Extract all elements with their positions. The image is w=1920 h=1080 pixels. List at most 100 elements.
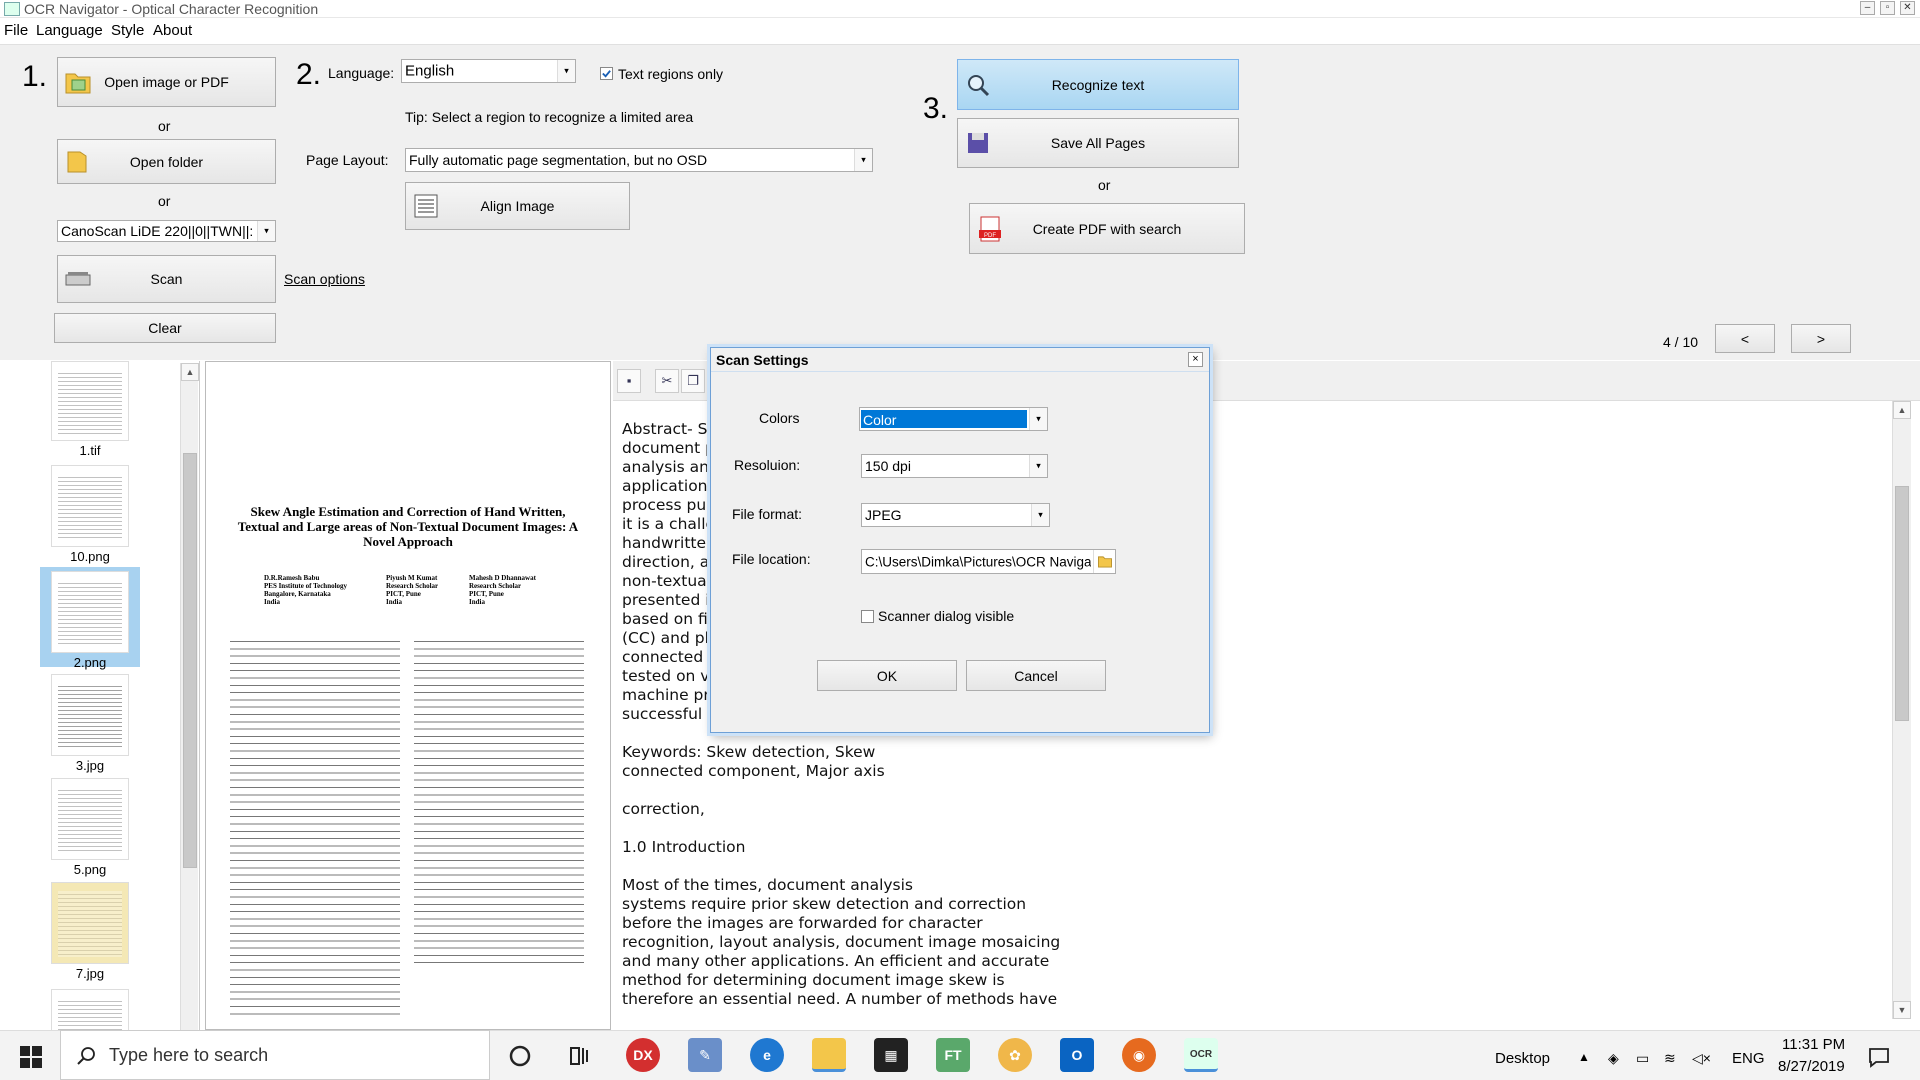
scroll-up-icon[interactable]: ▲ [1893,401,1911,419]
or-label: or [158,193,171,209]
scanner-dialog-checkbox[interactable] [861,610,874,623]
scan-options-link[interactable]: Scan options [284,271,365,287]
file-format-select[interactable]: JPEG ▾ [861,503,1050,527]
language-label: Language: [328,65,395,81]
chevron-down-icon: ▾ [257,221,275,241]
cut-icon[interactable]: ✂ [655,369,679,393]
ocr-scrollbar[interactable]: ▲ ▼ [1892,401,1911,1019]
align-image-button[interactable]: Align Image [405,182,630,230]
app-icon[interactable]: FT [936,1038,970,1072]
minimize-button[interactable]: – [1860,1,1875,15]
firefox-icon[interactable]: ◉ [1122,1038,1156,1072]
thumbnail-item[interactable] [40,989,140,1030]
task-view-icon[interactable] [568,1044,592,1068]
battery-icon[interactable]: ▭ [1636,1050,1649,1067]
ok-button[interactable]: OK [817,660,957,691]
thumbnail-item[interactable]: 3.jpg [40,674,140,773]
language-indicator[interactable]: ENG [1732,1050,1765,1067]
author-block: D.R.Ramesh Babu PES Institute of Technol… [264,574,348,606]
thumbnail-scrollbar[interactable]: ▲ [180,363,199,1030]
volume-muted-icon[interactable]: ◁× [1692,1050,1711,1067]
notification-icon[interactable] [1868,1046,1890,1068]
copy-icon[interactable]: ❐ [681,369,705,393]
step-three-label: 3. [923,92,949,125]
clock-time[interactable]: 11:31 PM [1782,1036,1845,1053]
file-location-label: File location: [732,551,811,567]
file-explorer-icon[interactable] [812,1038,846,1072]
open-image-button[interactable]: Open image or PDF [57,57,276,107]
thumbnail-item[interactable]: 10.png [40,465,140,564]
outlook-icon[interactable]: O [1060,1038,1094,1072]
edge-icon[interactable]: e [750,1038,784,1072]
tip-text: Tip: Select a region to recognize a limi… [405,109,694,125]
menu-bar: File Language Style About [0,20,1920,42]
network-icon[interactable]: ◈ [1608,1050,1619,1067]
window-title: OCR Navigator - Optical Character Recogn… [24,1,319,17]
close-window-button[interactable]: ✕ [1900,1,1915,15]
clear-button[interactable]: Clear [54,313,276,343]
check-icon [602,70,611,78]
cancel-button[interactable]: Cancel [966,660,1106,691]
app-icon[interactable]: ✿ [998,1038,1032,1072]
scroll-up-icon[interactable]: ▲ [181,363,199,381]
or-label: or [158,118,171,134]
colors-label: Colors [759,410,800,426]
author-block: Mahesh D Dhannawat Research Scholar PICT… [469,574,536,606]
save-all-pages-button[interactable]: Save All Pages [957,118,1239,168]
chevron-up-icon[interactable]: ▲ [1578,1050,1590,1064]
chevron-down-icon: ▾ [557,60,575,82]
dx-app-icon[interactable]: DX [626,1038,660,1072]
scan-button[interactable]: Scan [57,255,276,303]
desktop-toolbar[interactable]: Desktop [1495,1050,1550,1067]
scanner-dialog-label: Scanner dialog visible [878,608,1015,624]
store-icon[interactable]: ▦ [874,1038,908,1072]
scrollbar-thumb[interactable] [1895,486,1909,721]
or-label: or [1098,177,1111,193]
thumbnail-list: 1.tif 10.png 2.png 3.jpg 5.png 7.jpg [0,361,200,1030]
maximize-button[interactable]: ▫ [1880,1,1895,15]
resolution-select[interactable]: 150 dpi ▾ [861,454,1048,478]
cortana-icon[interactable] [508,1044,532,1068]
scroll-down-icon[interactable]: ▼ [1893,1001,1911,1019]
scrollbar-thumb[interactable] [183,453,197,868]
thumbnail-item[interactable]: 1.tif [40,361,140,458]
scanner-select[interactable]: CanoScan LiDE 220||0||TWN||: ▾ [57,220,276,242]
menu-file[interactable]: File [4,22,28,39]
app-icon [4,2,20,16]
ocr-navigator-taskbar-icon[interactable]: OCR [1184,1038,1218,1072]
open-folder-button[interactable]: Open folder [57,139,276,184]
prev-page-button[interactable]: < [1715,324,1775,353]
thumbnail-item-selected[interactable]: 2.png [40,567,140,670]
text-regions-checkbox[interactable] [600,67,613,80]
scan-settings-dialog: Scan Settings × Colors Color ▾ Resoluion… [710,347,1210,733]
create-pdf-button[interactable]: PDF Create PDF with search [969,203,1245,254]
wifi-icon[interactable]: ≋ [1664,1050,1676,1067]
colors-select[interactable]: Color ▾ [859,407,1048,431]
document-preview[interactable]: Skew Angle Estimation and Correction of … [205,361,611,1030]
page-layout-select[interactable]: Fully automatic page segmentation, but n… [405,148,873,172]
menu-about[interactable]: About [153,22,192,39]
close-icon[interactable]: × [1188,352,1203,367]
title-bar: OCR Navigator - Optical Character Recogn… [0,0,1920,18]
menu-style[interactable]: Style [111,22,144,39]
text-regions-label: Text regions only [618,66,724,82]
save-icon[interactable]: ▪ [617,369,641,393]
document-column [230,637,400,1017]
clock-date[interactable]: 8/27/2019 [1778,1058,1845,1075]
taskbar-search[interactable]: Type here to search [60,1030,490,1080]
menu-language[interactable]: Language [36,22,103,39]
recognize-text-button[interactable]: Recognize text [957,59,1239,110]
thumbnail-item[interactable]: 5.png [40,778,140,877]
author-block: Piyush M Kumat Research Scholar PICT, Pu… [386,574,439,606]
app-icon[interactable]: ✎ [688,1038,722,1072]
resolution-label: Resoluion: [734,457,801,473]
next-page-button[interactable]: > [1791,324,1851,353]
language-select[interactable]: English ▾ [401,59,576,83]
windows-start-icon[interactable] [20,1046,42,1068]
document-column [414,637,584,967]
file-location-input[interactable]: C:\Users\Dimka\Pictures\OCR Navigator [861,549,1116,574]
browse-folder-icon[interactable] [1093,550,1115,573]
page-indicator: 4 / 10 [1663,334,1699,350]
thumbnail-item[interactable]: 7.jpg [40,882,140,981]
search-icon [77,1047,95,1065]
